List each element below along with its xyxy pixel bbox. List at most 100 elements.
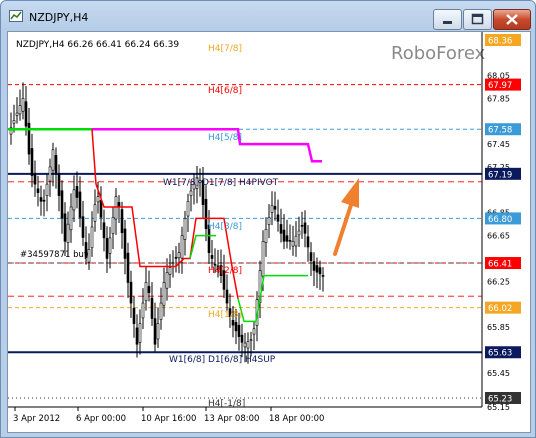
candle-body — [81, 216, 85, 238]
close-button[interactable] — [493, 9, 531, 30]
candle-body — [78, 191, 82, 218]
candle-body — [237, 324, 241, 337]
candle-body — [273, 206, 277, 210]
price-tick: 66.25 — [487, 277, 510, 286]
candle-body — [210, 255, 214, 259]
candle-body — [252, 328, 256, 335]
candle-body — [261, 241, 265, 277]
candle-body — [294, 235, 298, 247]
candle-body — [243, 342, 247, 348]
candle-body — [39, 197, 43, 202]
arrow-up-icon — [333, 178, 359, 256]
candle-body — [279, 224, 283, 234]
title-bar[interactable]: NZDJPY,H4 — [1, 1, 535, 31]
candle-body — [156, 323, 160, 340]
candle-body — [96, 196, 100, 203]
candle-body — [204, 198, 208, 230]
price-tick: 65.45 — [487, 369, 510, 378]
candle-body — [285, 235, 289, 242]
candle-body — [297, 230, 301, 236]
candle-body — [99, 199, 103, 218]
candle-body — [132, 307, 136, 324]
candle-body — [114, 196, 118, 220]
level-label: H4[7/8] — [208, 44, 242, 54]
candle-body — [75, 186, 79, 198]
close-icon — [506, 14, 518, 25]
level-label: H4[5/8] — [208, 133, 242, 143]
candle-body — [246, 341, 250, 349]
candle-body — [36, 188, 40, 193]
candle-body — [153, 318, 157, 345]
price-axis: 68.0567.8567.4567.2566.8566.6566.2565.85… — [481, 32, 521, 412]
chart-header: NZDJPY,H4 66.26 66.41 66.24 66.39 — [16, 40, 179, 50]
candle-body — [186, 200, 190, 217]
candle-body — [309, 252, 313, 262]
maximize-button[interactable] — [463, 9, 492, 30]
candle-body — [15, 112, 19, 116]
candle-body — [162, 282, 166, 306]
price-chart[interactable]: NZDJPY,H4 66.26 66.41 66.24 66.39 RoboFo… — [8, 32, 530, 432]
candle-body — [129, 281, 133, 304]
candle-body — [165, 272, 169, 289]
candle-body — [27, 122, 31, 155]
level-label: W1[7/8] D1[7/8] H4PIVOT — [163, 178, 279, 188]
candle-body — [147, 286, 151, 294]
level-label: H4[6/8] — [208, 86, 242, 96]
candle-body — [303, 222, 307, 234]
candle-body — [63, 213, 67, 242]
candle-body — [189, 190, 193, 196]
candle-body — [102, 222, 106, 239]
candle-body — [174, 257, 178, 259]
candle-body — [234, 322, 238, 332]
candle-body — [171, 262, 175, 264]
candle-body — [51, 149, 55, 171]
candle-body — [12, 120, 16, 124]
candle-body — [108, 237, 112, 254]
minimize-button[interactable] — [433, 9, 462, 30]
candle-body — [150, 297, 154, 319]
time-tick: 10 Apr 16:00 — [141, 414, 196, 424]
level-label: H4[1/8] — [208, 310, 242, 320]
minimize-icon — [443, 21, 452, 24]
candle-body — [72, 189, 76, 211]
candle-body — [111, 216, 115, 234]
candle-body — [213, 263, 217, 266]
candle-body — [135, 327, 139, 345]
trend-line — [92, 127, 322, 163]
candle-body — [18, 105, 22, 115]
price-tag-label: 65.63 — [488, 349, 512, 359]
candle-body — [57, 173, 61, 196]
price-tag-label: 67.58 — [488, 126, 512, 136]
maximize-icon — [471, 13, 484, 25]
candle-body — [33, 174, 37, 185]
candle-body — [24, 101, 28, 127]
candle-body — [84, 242, 88, 258]
candle-body — [264, 228, 268, 243]
price-tag-label: 66.41 — [488, 260, 512, 270]
candle-body — [123, 228, 127, 259]
watermark: RoboForex — [391, 43, 486, 64]
level-label: W1[6/8] D1[6/8] H4SUP — [169, 355, 276, 365]
candle-body — [66, 223, 70, 243]
candle-body — [183, 218, 187, 240]
chart-area[interactable]: NZDJPY,H4 66.26 66.41 66.24 66.39 RoboFo… — [7, 31, 531, 433]
candle-body — [48, 166, 52, 182]
price-tag-label: 66.80 — [488, 215, 512, 225]
candle-body — [312, 261, 316, 271]
candle-body — [177, 252, 181, 259]
candle-body — [300, 225, 304, 227]
price-tag-label: 65.23 — [488, 395, 512, 405]
price-tick: 67.85 — [487, 94, 510, 103]
time-tick: 13 Apr 08:00 — [204, 414, 259, 424]
level-labels: H4[7/8] H4[6/8] H4[5/8] W1[7/8] D1[7/8] … — [163, 44, 279, 409]
candle-body — [30, 148, 34, 176]
candle-body — [231, 320, 235, 326]
price-tick: 65.85 — [487, 323, 510, 332]
price-tag-label: 67.97 — [488, 81, 512, 91]
trend-line — [237, 274, 308, 323]
candle-body — [144, 282, 148, 302]
candle-body — [315, 265, 319, 273]
price-tick: 65.15 — [487, 403, 510, 412]
candle-body — [282, 229, 286, 242]
candle-body — [306, 236, 310, 248]
